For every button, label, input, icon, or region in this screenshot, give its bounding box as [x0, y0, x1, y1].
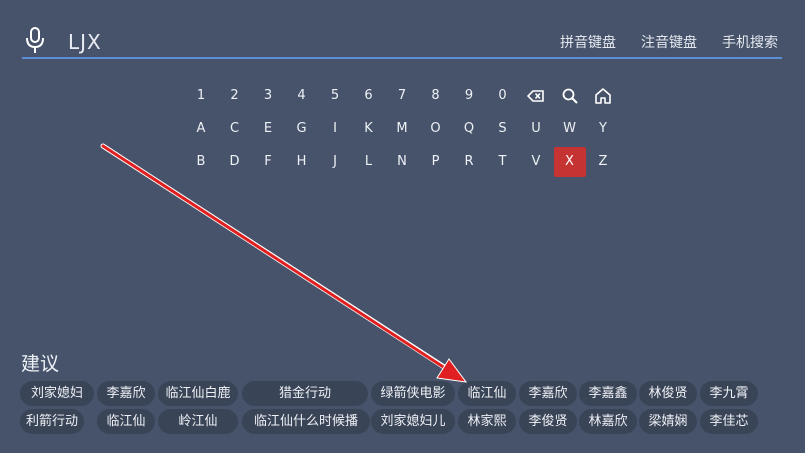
- search-input[interactable]: LJX: [68, 30, 102, 54]
- suggestion-chip[interactable]: 李嘉欣: [97, 381, 155, 406]
- suggestion-chip[interactable]: 猎金行动: [242, 381, 368, 406]
- key-4[interactable]: 4: [286, 81, 318, 111]
- key-d[interactable]: D: [219, 147, 251, 177]
- key-y[interactable]: Y: [587, 114, 619, 144]
- key-h[interactable]: H: [286, 147, 318, 177]
- key-8[interactable]: 8: [420, 81, 452, 111]
- key-7[interactable]: 7: [386, 81, 418, 111]
- key-z[interactable]: Z: [587, 147, 619, 177]
- backspace-key[interactable]: [520, 81, 552, 111]
- key-e[interactable]: E: [252, 114, 284, 144]
- suggestion-chip[interactable]: 林嘉欣: [579, 409, 637, 434]
- suggestion-chip[interactable]: 绿箭侠电影: [371, 381, 455, 406]
- suggestion-chip[interactable]: 李嘉鑫: [579, 381, 637, 406]
- suggestion-chip[interactable]: 岭江仙: [158, 409, 238, 434]
- key-i[interactable]: I: [319, 114, 351, 144]
- home-key[interactable]: [587, 81, 619, 111]
- suggestion-chip[interactable]: 李九霄: [700, 381, 758, 406]
- key-3[interactable]: 3: [252, 81, 284, 111]
- pinyin-keyboard-button[interactable]: 拼音键盘: [560, 32, 616, 52]
- suggestion-chip[interactable]: 刘家媳妇儿: [371, 409, 455, 434]
- suggestion-chip[interactable]: 李嘉欣: [519, 381, 577, 406]
- suggestions-heading: 建议: [21, 353, 60, 375]
- zhuyin-keyboard-button[interactable]: 注音键盘: [641, 32, 697, 52]
- key-v[interactable]: V: [520, 147, 552, 177]
- key-s[interactable]: S: [487, 114, 519, 144]
- phone-search-button[interactable]: 手机搜索: [722, 32, 778, 52]
- suggestion-chip[interactable]: 临江仙: [458, 381, 516, 406]
- suggestion-chip[interactable]: 临江仙什么时候播: [242, 409, 370, 434]
- suggestion-chip[interactable]: 临江仙: [97, 409, 155, 434]
- search-key[interactable]: [554, 81, 586, 111]
- search-underline: [22, 57, 782, 59]
- key-2[interactable]: 2: [219, 81, 251, 111]
- key-x[interactable]: X: [553, 147, 586, 177]
- suggestion-chip[interactable]: 临江仙白鹿: [158, 381, 238, 406]
- key-j[interactable]: J: [319, 147, 351, 177]
- key-0[interactable]: 0: [487, 81, 519, 111]
- key-1[interactable]: 1: [185, 81, 217, 111]
- key-g[interactable]: G: [286, 114, 318, 144]
- key-m[interactable]: M: [386, 114, 418, 144]
- key-6[interactable]: 6: [353, 81, 385, 111]
- suggestion-chip[interactable]: 刘家媳妇: [20, 381, 94, 406]
- key-q[interactable]: Q: [453, 114, 485, 144]
- suggestion-chip[interactable]: 林家熙: [458, 409, 516, 434]
- key-5[interactable]: 5: [319, 81, 351, 111]
- key-f[interactable]: F: [252, 147, 284, 177]
- key-t[interactable]: T: [487, 147, 519, 177]
- suggestion-chip[interactable]: 李俊贤: [519, 409, 577, 434]
- key-w[interactable]: W: [554, 114, 586, 144]
- key-b[interactable]: B: [185, 147, 217, 177]
- search-bar: LJX 拼音键盘 注音键盘 手机搜索: [22, 24, 782, 60]
- key-a[interactable]: A: [185, 114, 217, 144]
- key-c[interactable]: C: [219, 114, 251, 144]
- suggestion-chip[interactable]: 梁婧娴: [639, 409, 697, 434]
- key-l[interactable]: L: [353, 147, 385, 177]
- key-r[interactable]: R: [453, 147, 485, 177]
- key-o[interactable]: O: [420, 114, 452, 144]
- key-p[interactable]: P: [420, 147, 452, 177]
- suggestion-chip[interactable]: 李佳芯: [700, 409, 758, 434]
- key-9[interactable]: 9: [453, 81, 485, 111]
- suggestion-chip[interactable]: 林俊贤: [639, 381, 697, 406]
- microphone-icon[interactable]: [24, 26, 46, 56]
- key-u[interactable]: U: [520, 114, 552, 144]
- key-k[interactable]: K: [353, 114, 385, 144]
- suggestion-chip[interactable]: 利箭行动: [20, 409, 84, 434]
- key-n[interactable]: N: [386, 147, 418, 177]
